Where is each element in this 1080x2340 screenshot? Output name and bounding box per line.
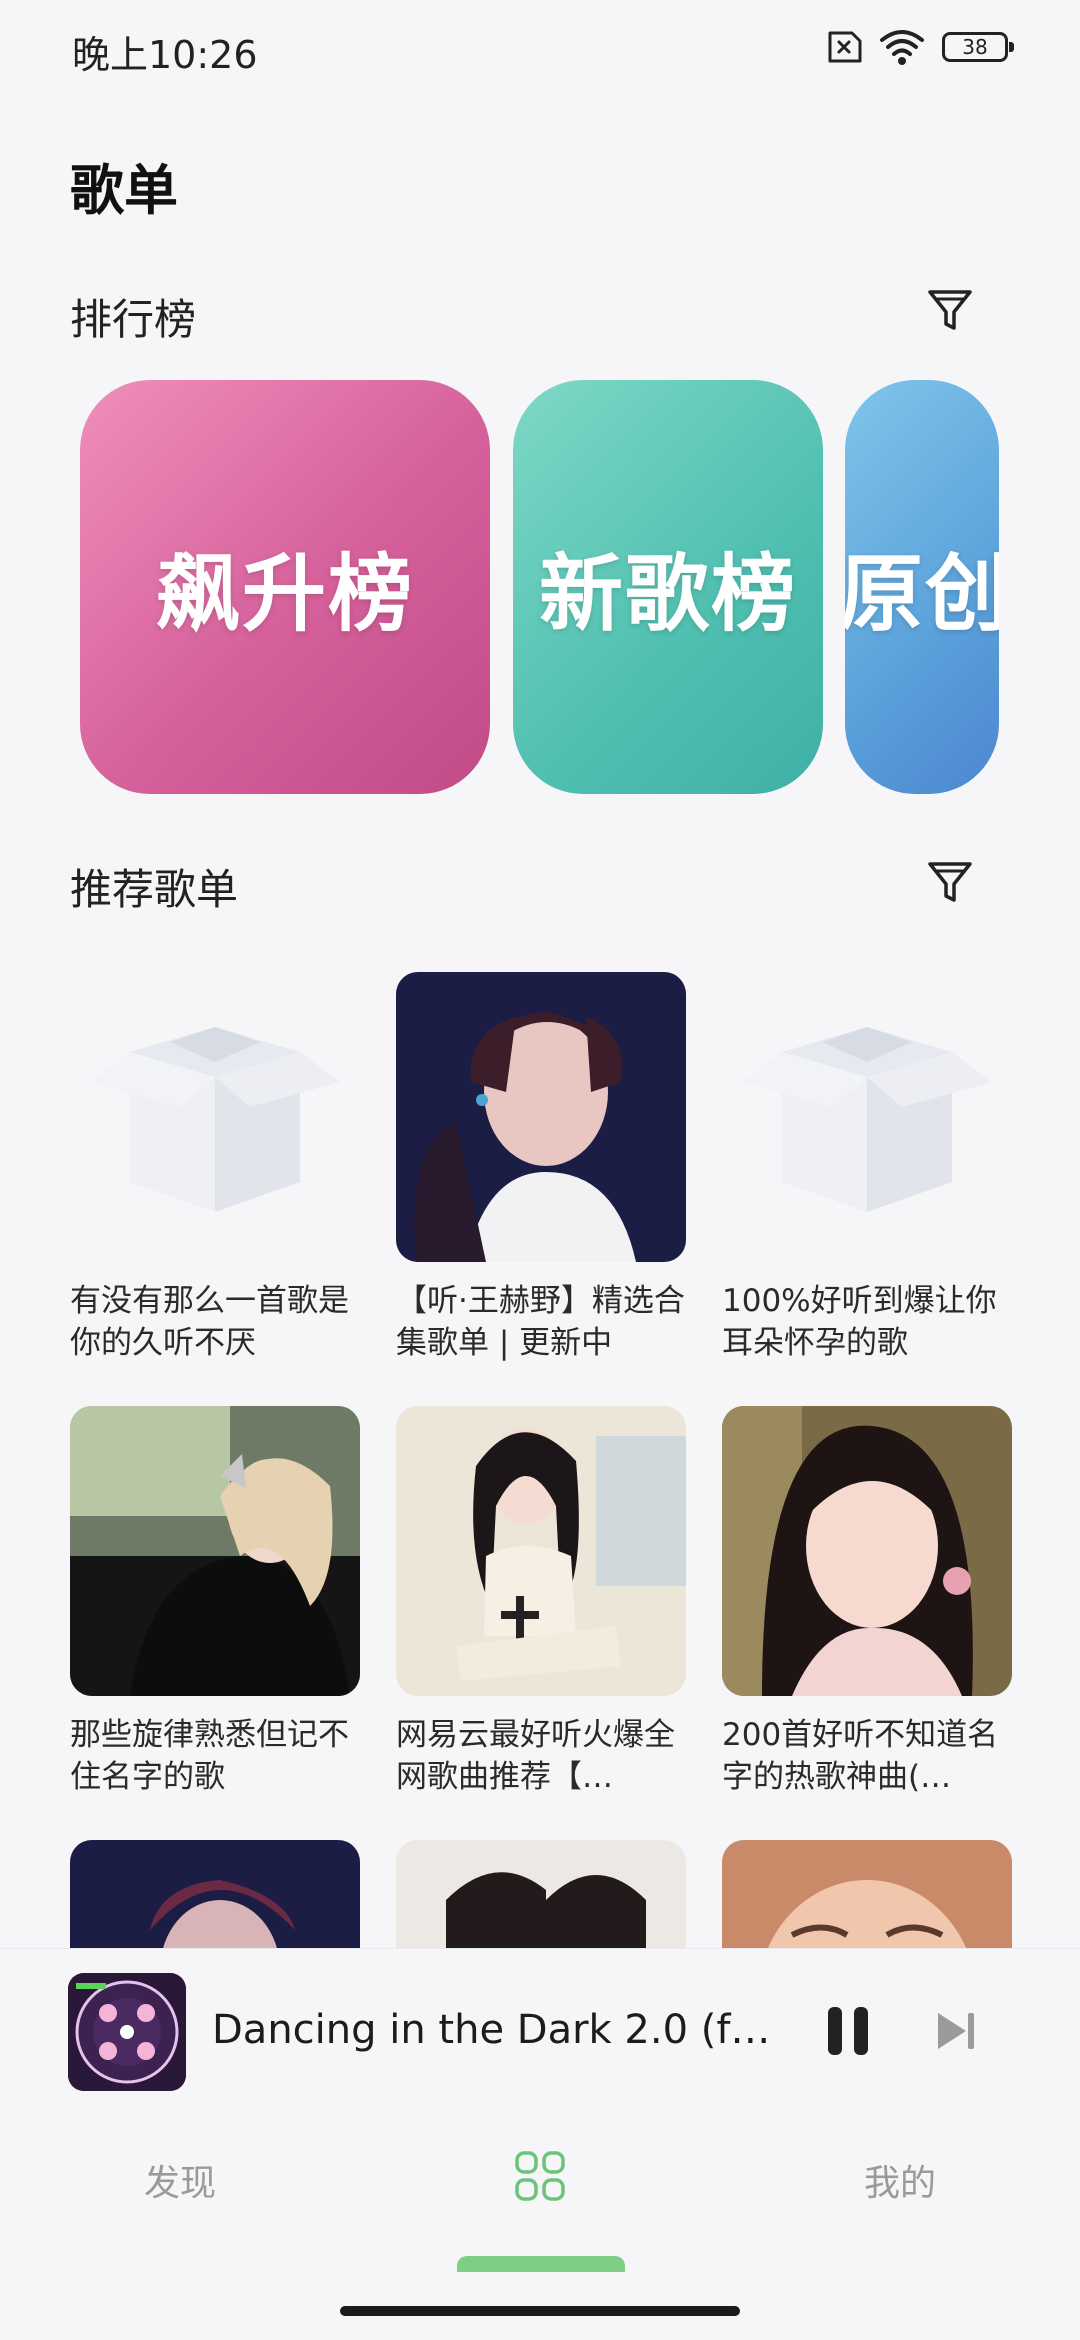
- playlist-item[interactable]: 200首好听不知道名字的热歌神曲(…: [722, 1406, 1012, 1798]
- rankings-carousel[interactable]: 飙升榜 新歌榜 原创榜: [0, 380, 1080, 796]
- status-time: 晚上10:26: [72, 33, 258, 77]
- tab-discover[interactable]: 发现: [144, 2154, 216, 2206]
- playlist-cover: [70, 972, 360, 1262]
- playlist-item[interactable]: 那些旋律熟悉但记不住名字的歌: [70, 1406, 360, 1798]
- status-bar: 晚上10:26 38: [0, 0, 1080, 96]
- tab-mine[interactable]: 我的: [864, 2154, 936, 2206]
- recommended-filter-icon[interactable]: [924, 856, 976, 908]
- battery-icon: 38: [942, 32, 1014, 62]
- playlist-item[interactable]: 100%好听到爆让你耳朵怀孕的歌: [722, 972, 1012, 1364]
- pause-button[interactable]: [822, 2003, 874, 2059]
- active-tab-indicator: [457, 2256, 625, 2272]
- rankings-filter-icon[interactable]: [924, 284, 976, 336]
- chart-card-label: 新歌榜: [538, 544, 797, 643]
- playlist-cover: [396, 1406, 686, 1696]
- recommended-section-title: 推荐歌单: [70, 865, 239, 914]
- chart-card-original[interactable]: 原创榜: [845, 380, 999, 794]
- playlist-cover: [70, 1406, 360, 1696]
- playlist-title: 有没有那么一首歌是你的久听不厌: [70, 1283, 349, 1361]
- playlist-title: 【听·王赫野】精选合集歌单 | 更新中: [396, 1283, 685, 1361]
- playlist-title: 100%好听到爆让你耳朵怀孕的歌: [722, 1283, 997, 1361]
- playlist-item[interactable]: 【听·王赫野】精选合集歌单 | 更新中: [396, 972, 686, 1364]
- status-icons: 38: [822, 28, 1014, 66]
- chart-card-soaring[interactable]: 飙升榜: [80, 380, 490, 794]
- tab-playlist-grid-icon[interactable]: [514, 2150, 566, 2202]
- album-art: [68, 1973, 186, 2091]
- chart-card-new-songs[interactable]: 新歌榜: [513, 380, 823, 794]
- playlist-title: 网易云最好听火爆全网歌曲推荐【…: [396, 1717, 675, 1795]
- now-playing-title[interactable]: Dancing in the Dark 2.0 (fe...: [212, 2007, 772, 2053]
- next-track-button[interactable]: [932, 2007, 980, 2055]
- mini-player[interactable]: Dancing in the Dark 2.0 (fe...: [0, 1948, 1080, 2110]
- portrait-photo: [396, 1406, 686, 1696]
- playlist-cover: [396, 972, 686, 1262]
- chart-card-label: 飙升榜: [155, 544, 414, 643]
- playlist-title: 那些旋律熟悉但记不住名字的歌: [70, 1717, 349, 1795]
- playlist-item[interactable]: 网易云最好听火爆全网歌曲推荐【…: [396, 1406, 686, 1798]
- playlist-title: 200首好听不知道名字的热歌神曲(…: [722, 1717, 999, 1795]
- no-sim-icon: [828, 31, 862, 63]
- portrait-photo: [722, 1406, 1012, 1696]
- rankings-section-title: 排行榜: [70, 295, 197, 344]
- playlist-cover: [722, 1406, 1012, 1696]
- home-indicator[interactable]: [340, 2306, 740, 2316]
- portrait-photo: [396, 972, 686, 1262]
- page-title: 歌单: [70, 159, 178, 222]
- now-playing-cover[interactable]: [68, 1973, 186, 2091]
- playlist-cover: [722, 972, 1012, 1262]
- playlist-item[interactable]: 有没有那么一首歌是你的久听不厌: [70, 972, 360, 1364]
- empty-box-icon: [70, 972, 360, 1262]
- wifi-icon: [880, 30, 924, 65]
- chart-card-label: 原创榜: [845, 544, 999, 643]
- empty-box-icon: [722, 972, 1012, 1262]
- portrait-photo: [70, 1406, 360, 1696]
